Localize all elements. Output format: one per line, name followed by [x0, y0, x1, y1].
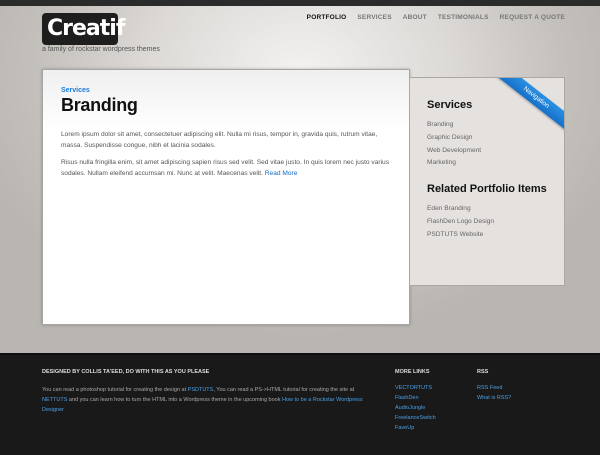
related-item-psdtuts-website[interactable]: PSDTUTS Website: [427, 229, 547, 242]
site-footer: DESIGNED BY COLLIS TA'EED, DO WITH THIS …: [0, 353, 600, 455]
rss-heading: RSS: [477, 369, 489, 375]
footer-about-text: You can read a photoshop tutorial for cr…: [42, 385, 377, 415]
sidebar-item-web-development[interactable]: Web Development: [427, 145, 547, 158]
read-more-link[interactable]: Read More: [265, 170, 298, 177]
nav-portfolio[interactable]: PORTFOLIO: [307, 14, 347, 21]
related-list: Eden Branding FlashDen Logo Design PSDTU…: [427, 203, 547, 241]
services-list: Branding Graphic Design Web Development …: [427, 119, 547, 170]
page-title: Branding: [61, 95, 138, 115]
sidebar-related-heading: Related Portfolio Items: [427, 183, 547, 196]
rss-links-list: RSS Feed What is RSS?: [477, 383, 511, 403]
body-paragraph-1: Lorem ipsum dolor sit amet, consectetuer…: [61, 131, 378, 149]
body-paragraph-2: Risus nulla fringilla enim, sit amet adi…: [61, 158, 391, 179]
footer-link-faveup[interactable]: FaveUp: [395, 423, 436, 433]
nav-testimonials[interactable]: TESTIMONIALS: [438, 14, 489, 21]
footer-about-heading: DESIGNED BY COLLIS TA'EED, DO WITH THIS …: [42, 369, 210, 375]
body-paragraph-2-text: Risus nulla fringilla enim, sit amet adi…: [61, 159, 390, 177]
more-links-list: VECTORTUTS FlashDen AudioJungle Freelanc…: [395, 383, 436, 433]
footer-text-part-3: and you can learn how to turn the HTML i…: [67, 397, 282, 403]
main-nav: PORTFOLIO SERVICES ABOUT TESTIMONIALS RE…: [307, 14, 565, 21]
footer-link-flashden[interactable]: FlashDen: [395, 393, 436, 403]
footer-text-part-1: You can read a photoshop tutorial for cr…: [42, 387, 188, 393]
psdtuts-link[interactable]: PSDTUTS: [188, 387, 214, 393]
nettuts-link[interactable]: NETTUTS: [42, 397, 67, 403]
footer-link-what-is-rss[interactable]: What is RSS?: [477, 393, 511, 403]
more-links-heading: MORE LINKS: [395, 369, 430, 375]
breadcrumb[interactable]: Services: [61, 87, 391, 94]
footer-link-audiojungle[interactable]: AudioJungle: [395, 403, 436, 413]
footer-link-rss-feed[interactable]: RSS Feed: [477, 383, 511, 393]
site-logo[interactable]: Creatif: [42, 13, 125, 45]
footer-link-vectortuts[interactable]: VECTORTUTS: [395, 383, 436, 393]
sidebar-item-marketing[interactable]: Marketing: [427, 157, 547, 170]
footer-text-part-2: , You can read a PS->HTML tutorial for c…: [213, 387, 355, 393]
footer-link-freelanceswitch[interactable]: FreelanceSwitch: [395, 413, 436, 423]
content-panel: Services Branding Lorem ipsum dolor sit …: [42, 69, 410, 325]
related-item-eden-branding[interactable]: Eden Branding: [427, 203, 547, 216]
site-tagline: a family of rockstar wordpress themes: [42, 46, 160, 53]
sidebar-item-graphic-design[interactable]: Graphic Design: [427, 132, 547, 145]
sidebar-item-branding[interactable]: Branding: [427, 119, 547, 132]
related-item-flashden-logo[interactable]: FlashDen Logo Design: [427, 216, 547, 229]
nav-services[interactable]: SERVICES: [357, 14, 391, 21]
sidebar-panel: Navigation Services Branding Graphic Des…: [409, 77, 565, 286]
nav-about[interactable]: ABOUT: [403, 14, 427, 21]
nav-request-quote[interactable]: REQUEST A QUOTE: [500, 14, 565, 21]
